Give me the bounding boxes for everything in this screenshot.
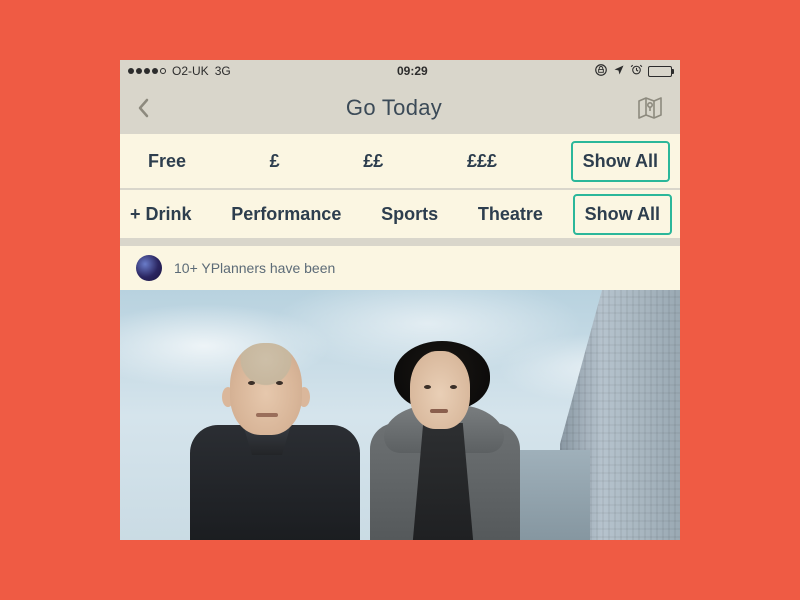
map-button[interactable] — [636, 95, 664, 121]
network-label: 3G — [215, 64, 231, 78]
category-chip-drink[interactable]: + Drink — [120, 196, 202, 233]
page-title: Go Today — [346, 95, 442, 121]
yplanners-text: 10+ YPlanners have been — [174, 260, 335, 276]
yplanners-strip[interactable]: 10+ YPlanners have been — [120, 246, 680, 290]
carrier-label: O2-UK — [172, 64, 209, 78]
price-chip-1[interactable]: £ — [260, 143, 290, 180]
price-chip-show-all[interactable]: Show All — [571, 141, 670, 182]
status-bar: O2-UK 3G 09:29 — [120, 60, 680, 82]
alarm-icon — [630, 63, 643, 79]
price-filter-row: Free £ ££ £££ Show All — [120, 134, 680, 190]
category-chip-show-all[interactable]: Show All — [573, 194, 672, 235]
event-hero-image[interactable] — [120, 290, 680, 540]
category-chip-sports[interactable]: Sports — [371, 196, 448, 233]
orientation-lock-icon — [594, 63, 608, 80]
hero-person-right — [370, 345, 520, 540]
status-left: O2-UK 3G — [128, 64, 231, 78]
category-filter-row: + Drink Performance Sports Theatre Show … — [120, 190, 680, 246]
category-chip-performance[interactable]: Performance — [221, 196, 351, 233]
signal-strength-icon — [128, 68, 166, 74]
status-right — [594, 63, 672, 80]
status-time: 09:29 — [397, 64, 428, 78]
back-button[interactable] — [136, 96, 152, 120]
price-chip-3[interactable]: £££ — [457, 143, 507, 180]
hero-building — [520, 450, 590, 540]
hero-person-left — [190, 335, 360, 540]
category-chip-theatre[interactable]: Theatre — [468, 196, 553, 233]
phone-frame: O2-UK 3G 09:29 Go Today Free £ — [120, 60, 680, 540]
avatar — [136, 255, 162, 281]
location-arrow-icon — [613, 64, 625, 79]
price-chip-free[interactable]: Free — [138, 143, 196, 180]
nav-bar: Go Today — [120, 82, 680, 134]
price-chip-2[interactable]: ££ — [353, 143, 393, 180]
battery-icon — [648, 66, 672, 77]
